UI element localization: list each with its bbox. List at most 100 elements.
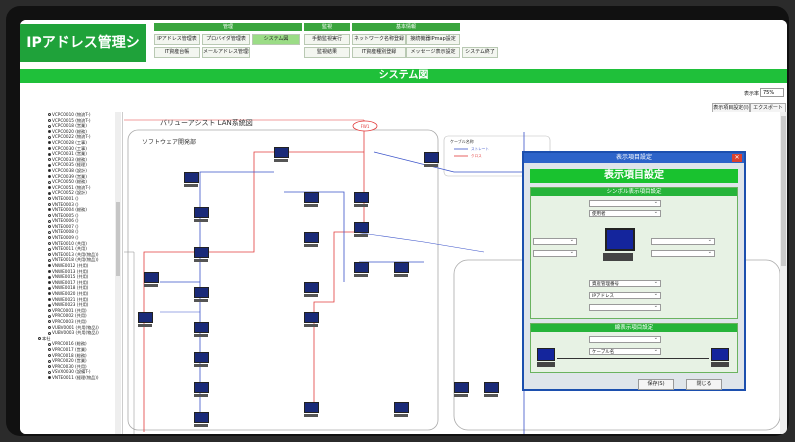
status-dot-icon (48, 281, 51, 285)
computer-icon[interactable] (394, 402, 409, 417)
dialog-heading: 表示項目設定 (530, 169, 738, 183)
computer-icon[interactable] (304, 402, 319, 417)
tree-item-label: VNTE0008 () (52, 229, 79, 235)
status-dot-icon (48, 275, 51, 279)
status-dot-icon (48, 247, 51, 251)
symbol-top-select-1[interactable] (589, 199, 661, 207)
symbol-settings-panel: シンボル表示項目設定 使用者 資産管理番号 IPアドレス (530, 187, 738, 319)
tree-item-label: VPRC0002 (共用) (52, 313, 87, 319)
symbol-bottom-select-3[interactable] (589, 303, 661, 311)
tree-item-label: VCPC0028 (工事) (52, 139, 87, 145)
computer-icon[interactable] (274, 147, 289, 162)
computer-icon[interactable] (144, 272, 159, 287)
computer-icon (711, 348, 729, 367)
status-dot-icon (48, 286, 51, 290)
tree-item-label: VUBV0003 (共用(物品)) (52, 330, 99, 336)
status-dot-icon (48, 180, 51, 184)
computer-icon[interactable] (138, 312, 153, 327)
menu-provider-table[interactable]: プロバイダ管理表 (202, 34, 250, 45)
tree-scroll-thumb[interactable] (116, 202, 120, 276)
status-dot-icon (48, 253, 51, 257)
menu-system-diagram[interactable]: システム図 (252, 34, 300, 45)
legend-item-straight: ストレート (471, 146, 489, 151)
line-bottom-select[interactable]: ケーブル名 (589, 347, 661, 355)
app-window: IPアドレス管理システム 管理 IPアドレス管理表 プロバイダ管理表 システム図… (20, 20, 787, 434)
menu-asset-type[interactable]: IT資産種別登録 (352, 47, 406, 58)
symbol-left-select-2[interactable] (533, 249, 577, 257)
page-title: システム図 (20, 69, 787, 83)
zoom-select[interactable]: 75% (760, 88, 784, 97)
tree-item-label: VNTE0005 () (52, 212, 79, 218)
group-label: ソフトウェア開発部 (142, 138, 196, 146)
tree-item-label: VNWE0012 (共用) (52, 263, 89, 269)
computer-icon[interactable] (194, 322, 209, 337)
tree-item-label: VNTE0010 (共用) (52, 240, 87, 246)
menu-ip-address-table[interactable]: IPアドレス管理表 (154, 34, 200, 45)
computer-icon[interactable] (354, 262, 369, 277)
close-button[interactable]: 閉じる (686, 379, 722, 390)
computer-icon[interactable] (194, 247, 209, 262)
status-dot-icon (48, 359, 51, 363)
device-tree[interactable]: VCPC0010 (物流T-) VCPC0015 (物流T-) VCPC0018 (… (20, 112, 123, 434)
menu-ipmap-settings[interactable]: 接続機器IPmap設定 (406, 34, 460, 45)
computer-icon[interactable] (194, 412, 209, 427)
tree-item-label: VCPC0038 (設計) (52, 167, 87, 173)
computer-icon[interactable] (354, 192, 369, 207)
status-dot-icon (48, 309, 51, 313)
computer-icon (603, 228, 635, 261)
save-button[interactable]: 保存(S) (638, 379, 674, 390)
exit-button[interactable]: システム終了 (462, 47, 498, 58)
status-dot-icon (48, 303, 51, 307)
status-dot-icon (48, 152, 51, 156)
computer-icon[interactable] (194, 382, 209, 397)
symbol-bottom-select-1[interactable]: 資産管理番号 (589, 279, 661, 287)
menu-network-name[interactable]: ネットワーク名称登録 (352, 34, 406, 45)
computer-icon[interactable] (354, 222, 369, 237)
legend-item-cross: クロス (471, 153, 482, 158)
tree-item-label: VNWE0023 (共用) (52, 302, 89, 308)
symbol-left-select-1[interactable] (533, 237, 577, 245)
menu-it-asset-ledger[interactable]: IT資産台帳 (154, 47, 200, 58)
line-settings-panel: 線表示項目設定 ケーブル名 (530, 323, 738, 373)
status-dot-icon (48, 325, 51, 329)
status-dot-icon (48, 314, 51, 318)
status-dot-icon (48, 242, 51, 246)
status-dot-icon (48, 191, 51, 195)
tree-item-label: 本社 (42, 335, 51, 341)
tree-item[interactable]: VNTE0011 (経理(物品)) (20, 375, 122, 381)
computer-icon[interactable] (484, 382, 499, 397)
display-settings-dialog: 表示項目設定 ✕ 表示項目設定 シンボル表示項目設定 使用者 資産管理番号 IP… (522, 151, 746, 391)
menu-monitor-results[interactable]: 監視結果 (304, 47, 350, 58)
menu-group-title: 管理 (154, 23, 302, 31)
status-dot-icon (48, 292, 51, 296)
computer-icon[interactable] (424, 152, 439, 167)
menu-message-settings[interactable]: メッセージ表示設定 (406, 47, 460, 58)
menu-mail-address-table[interactable]: メールアドレス管理表 (202, 47, 250, 58)
tree-item-label: VCPC0035 (経理) (52, 162, 87, 168)
symbol-right-select-1[interactable] (651, 237, 715, 245)
symbol-right-select-2[interactable] (651, 249, 715, 257)
status-dot-icon (48, 146, 51, 150)
computer-icon[interactable] (184, 172, 199, 187)
symbol-top-select-2[interactable]: 使用者 (589, 209, 661, 217)
computer-icon[interactable] (304, 282, 319, 297)
diagram-scroll-thumb[interactable] (781, 116, 786, 266)
line-top-select[interactable] (589, 335, 661, 343)
computer-icon[interactable] (304, 312, 319, 327)
cable-red (143, 120, 365, 432)
computer-icon[interactable] (304, 192, 319, 207)
computer-icon[interactable] (194, 207, 209, 222)
tree-item-label: VNWE0018 (共用) (52, 285, 89, 291)
diagram-title: バリューアシスト LAN系統図 (160, 118, 253, 127)
computer-icon[interactable] (194, 352, 209, 367)
computer-icon[interactable] (394, 262, 409, 277)
tree-item-label: VCPC0022 (物流T-) (52, 134, 91, 140)
symbol-bottom-select-2[interactable]: IPアドレス (589, 291, 661, 299)
menu-group-title: 基本情報 (352, 23, 460, 31)
computer-icon[interactable] (304, 232, 319, 247)
tree-item-label: VNWE0021 (共用) (52, 296, 89, 302)
computer-icon[interactable] (194, 287, 209, 302)
computer-icon[interactable] (454, 382, 469, 397)
menu-manual-monitor[interactable]: 手動監視実行 (304, 34, 350, 45)
close-icon[interactable]: ✕ (732, 154, 742, 162)
